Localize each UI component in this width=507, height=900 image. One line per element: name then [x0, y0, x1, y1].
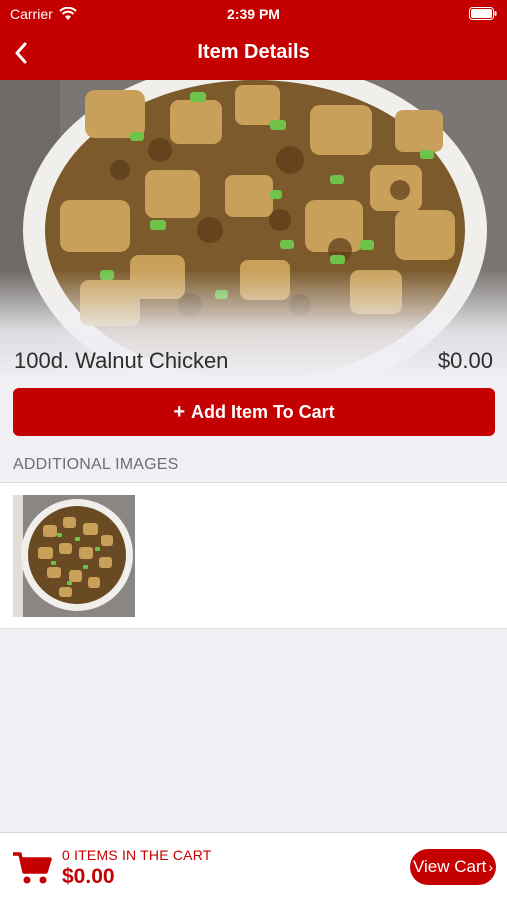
item-hero-image — [0, 80, 507, 380]
shopping-cart-icon[interactable] — [12, 850, 52, 886]
cart-total: $0.00 — [62, 865, 115, 888]
item-price: $0.00 — [437, 348, 493, 373]
cart-bar: 0 ITEMS IN THE CART $0.00 View Cart › — [0, 832, 507, 900]
additional-image-thumbnail[interactable] — [13, 495, 135, 617]
nav-bar: Item Details — [0, 28, 507, 80]
status-bar: Carrier 2:39 PM — [0, 0, 507, 28]
item-name: 100d. Walnut Chicken — [14, 348, 229, 373]
add-to-cart-label: Add Item To Cart — [191, 401, 335, 422]
back-button[interactable] — [6, 38, 36, 68]
cart-item-count: 0 ITEMS IN THE CART — [62, 847, 212, 863]
chevron-right-icon: › — [488, 859, 494, 875]
additional-images-header: ADDITIONAL IMAGES — [13, 456, 179, 473]
view-cart-label: View Cart — [412, 857, 487, 876]
app-screen: Carrier 2:39 PM Item Details 100d. Walnu… — [0, 0, 507, 900]
header: Carrier 2:39 PM Item Details — [0, 0, 507, 80]
thumbnail-photo-illustration — [13, 495, 135, 617]
chevron-left-icon — [15, 42, 27, 64]
view-cart-button[interactable]: View Cart › — [410, 849, 496, 885]
page-title: Item Details — [197, 41, 310, 63]
status-time: 2:39 PM — [227, 6, 280, 22]
add-to-cart-button[interactable]: + Add Item To Cart — [13, 388, 495, 436]
additional-images-panel — [0, 482, 507, 629]
plus-icon: + — [173, 400, 185, 423]
battery-icon — [469, 7, 497, 20]
